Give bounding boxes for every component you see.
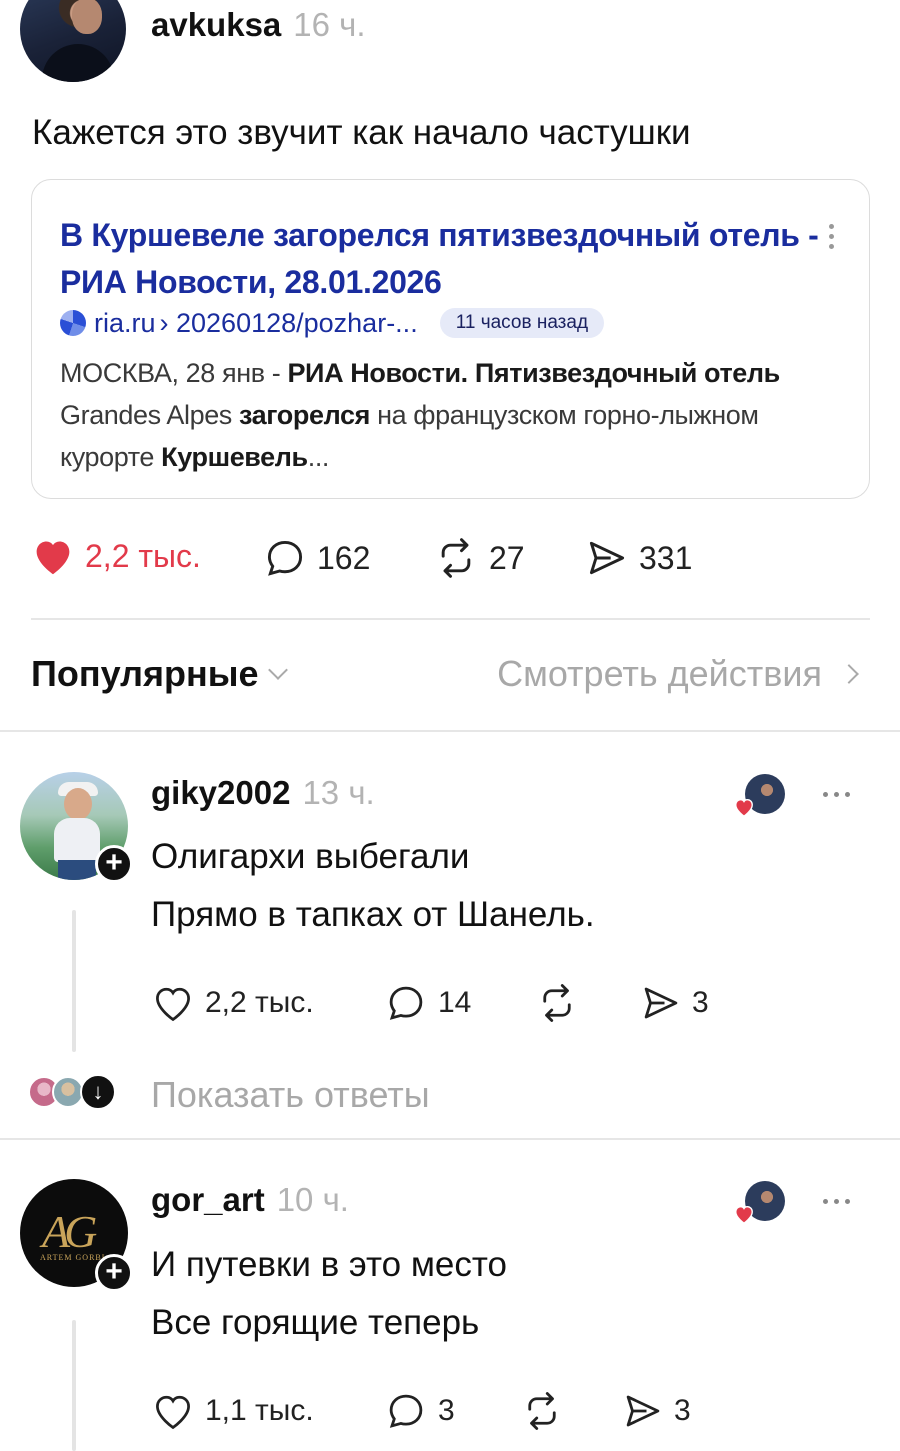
comment-button[interactable]: 14 [384,982,471,1024]
repost-button[interactable]: 27 [433,536,525,580]
snippet-part: МОСКВА, 28 янв - [60,358,288,388]
author-liked-indicator [733,1181,785,1227]
comment-time: 13 ч. [302,774,375,811]
comment-line: Прямо в тапках от Шанель. [151,895,595,934]
share-button[interactable]: 331 [585,536,692,580]
comment-header: gor_art 10 ч. [151,1181,349,1219]
author-avatar[interactable] [20,0,126,82]
comment-time: 10 ч. [276,1181,349,1218]
link-path: › 20260128/pozhar-... [159,307,418,338]
follow-plus-icon[interactable]: + [95,845,133,883]
sort-label: Популярные [31,653,259,694]
send-icon [626,1395,660,1427]
link-title[interactable]: В Куршевеле загорелся пятизвездочный оте… [60,212,820,306]
heart-outline-icon [156,1395,190,1430]
comment-button[interactable]: 162 [263,536,370,580]
post-text: Кажется это звучит как начало частушки [32,113,691,152]
divider [0,730,900,732]
reply-avatars[interactable]: ↓ [28,1074,124,1114]
repost-count: 27 [489,539,525,576]
like-button[interactable]: 2,2 тыс. [31,536,201,576]
snippet-part: ... [307,442,330,472]
more-icon[interactable] [823,1199,850,1204]
link-snippet: МОСКВА, 28 янв - РИА Новости. Пятизвездо… [60,352,850,478]
share-button[interactable]: 3 [640,982,709,1024]
repost-button[interactable] [535,982,579,1024]
divider [31,618,870,620]
share-count: 3 [674,1394,691,1427]
heart-filled-icon [36,541,70,575]
time-badge: 11 часов назад [439,308,605,338]
link-url-row: ria.ru › 20260128/pozhar-... 11 часов на… [60,306,605,340]
thread-line [72,910,76,1052]
heart-outline-icon [156,987,190,1022]
snippet-part: РИА Новости. Пятизвездочный отель [287,358,780,388]
heart-filled-icon [735,1205,753,1225]
comment-count: 162 [317,539,371,576]
send-icon [644,987,678,1019]
comment-count: 14 [438,986,472,1019]
comment-username[interactable]: gor_art [151,1181,265,1219]
comment-line: Все горящие теперь [151,1303,480,1342]
post-username[interactable]: avkuksa [151,6,281,44]
repost-icon [543,984,571,1022]
comment-bubble-icon [389,986,423,1020]
sort-dropdown[interactable]: Популярные [31,653,288,695]
share-count: 3 [692,986,709,1019]
card-more-icon[interactable] [829,220,839,254]
show-replies-link[interactable]: Показать ответы [151,1074,430,1116]
like-button[interactable]: 2,2 тыс. [151,982,314,1024]
view-actions-link[interactable]: Смотреть действия [497,653,859,695]
author-liked-indicator [733,774,785,820]
repost-icon [441,538,471,578]
view-actions-label: Смотреть действия [497,653,822,694]
snippet-part: Куршевель [161,442,308,472]
comment-username[interactable]: giky2002 [151,774,290,812]
share-count: 331 [639,539,693,576]
repost-icon [528,1392,556,1430]
like-count: 1,1 тыс. [205,1394,314,1427]
link-domain: ria.ru [94,307,156,338]
more-icon[interactable] [823,792,850,797]
post-time: 16 ч. [293,6,366,43]
heart-filled-icon [735,798,753,818]
comment-bubble-icon [267,540,303,576]
like-count: 2,2 тыс. [85,537,201,574]
comment-button[interactable]: 3 [384,1390,455,1432]
snippet-part: Grandes Alpes [60,400,240,430]
comment-line: И путевки в это место [151,1245,507,1284]
comment-count: 3 [438,1394,455,1427]
comment-line: Олигархи выбегали [151,837,470,876]
like-button[interactable]: 1,1 тыс. [151,1390,314,1432]
snippet-part: загорелся [239,400,370,430]
share-button[interactable]: 3 [622,1390,691,1432]
avatar-monogram: AG [42,1206,97,1257]
like-count: 2,2 тыс. [205,986,314,1019]
chevron-right-icon [839,664,859,684]
avatar-caption: ARTEM GORBL [40,1253,108,1262]
post-header: avkuksa 16 ч. [151,6,366,44]
thread-line [72,1320,76,1451]
comment-header: giky2002 13 ч. [151,774,375,812]
arrow-down-icon: ↓ [80,1074,116,1110]
chevron-down-icon [267,660,288,680]
repost-button[interactable] [520,1390,564,1432]
site-favicon-icon [60,310,86,336]
comment-bubble-icon [389,1394,423,1428]
divider [0,1138,900,1140]
link-preview-card[interactable]: В Куршевеле загорелся пятизвездочный оте… [31,179,870,499]
follow-plus-icon[interactable]: + [95,1254,133,1292]
send-icon [589,541,625,575]
